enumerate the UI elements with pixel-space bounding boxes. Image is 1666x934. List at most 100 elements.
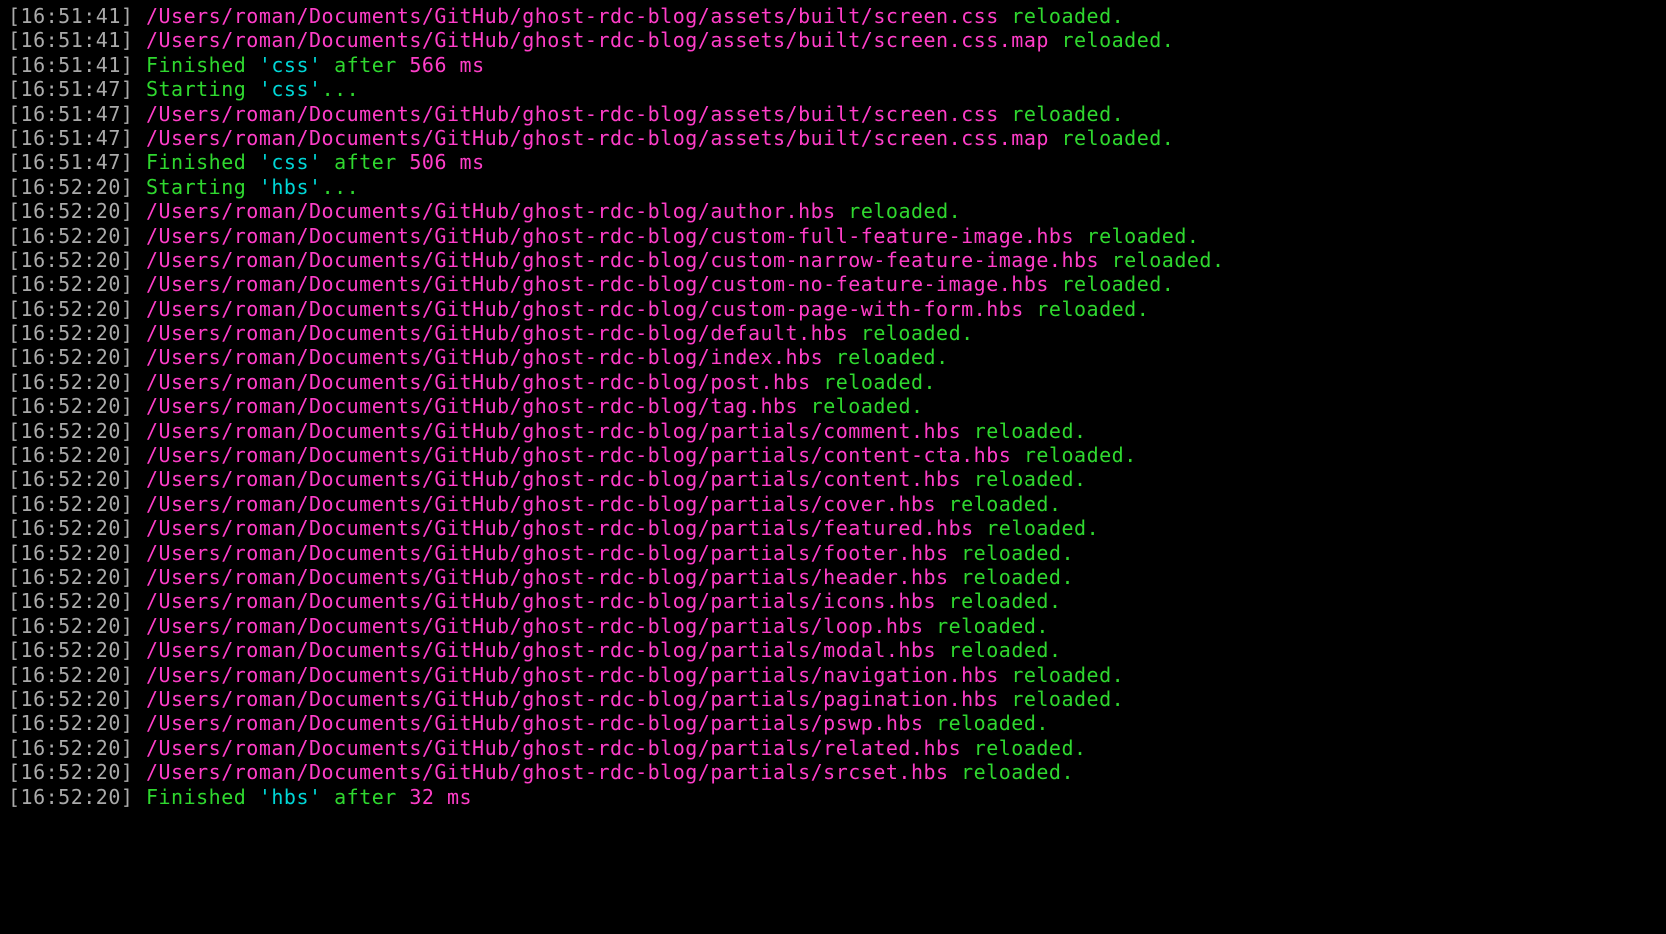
bracket-close: ] [121,492,146,516]
bracket-close: ] [121,589,146,613]
bracket-close: ] [121,77,146,101]
bracket-close: ] [121,516,146,540]
file-path: /Users/roman/Documents/GitHub/ghost-rdc-… [146,272,1049,296]
status-reloaded: reloaded. [823,370,936,394]
log-line: [16:52:20] /Users/roman/Documents/GitHub… [8,492,1658,516]
timestamp: 16:52:20 [21,516,121,540]
bracket-open: [ [8,614,21,638]
status-reloaded: reloaded. [936,711,1049,735]
log-line: [16:51:47] /Users/roman/Documents/GitHub… [8,126,1658,150]
log-line: [16:52:20] /Users/roman/Documents/GitHub… [8,565,1658,589]
bracket-close: ] [121,638,146,662]
timestamp: 16:51:47 [21,77,121,101]
task-name: 'hbs' [259,175,322,199]
bracket-open: [ [8,224,21,248]
bracket-open: [ [8,199,21,223]
bracket-close: ] [121,272,146,296]
timestamp: 16:51:41 [21,53,121,77]
bracket-close: ] [121,345,146,369]
timestamp: 16:52:20 [21,638,121,662]
timestamp: 16:52:20 [21,589,121,613]
file-path: /Users/roman/Documents/GitHub/ghost-rdc-… [146,541,949,565]
status-reloaded: reloaded. [836,345,949,369]
timestamp: 16:52:20 [21,272,121,296]
duration: 32 ms [409,785,472,809]
log-line: [16:52:20] /Users/roman/Documents/GitHub… [8,370,1658,394]
bracket-open: [ [8,760,21,784]
bracket-close: ] [121,248,146,272]
file-path: /Users/roman/Documents/GitHub/ghost-rdc-… [146,28,1049,52]
timestamp: 16:52:20 [21,736,121,760]
file-path: /Users/roman/Documents/GitHub/ghost-rdc-… [146,589,936,613]
log-line: [16:52:20] /Users/roman/Documents/GitHub… [8,687,1658,711]
status-reloaded: reloaded. [1011,663,1124,687]
timestamp: 16:51:47 [21,102,121,126]
log-line: [16:52:20] /Users/roman/Documents/GitHub… [8,614,1658,638]
log-line: [16:52:20] /Users/roman/Documents/GitHub… [8,272,1658,296]
log-line: [16:51:41] /Users/roman/Documents/GitHub… [8,28,1658,52]
bracket-open: [ [8,272,21,296]
log-line: [16:52:20] /Users/roman/Documents/GitHub… [8,297,1658,321]
status-reloaded: reloaded. [811,394,924,418]
bracket-close: ] [121,150,146,174]
timestamp: 16:52:20 [21,467,121,491]
file-path: /Users/roman/Documents/GitHub/ghost-rdc-… [146,663,999,687]
bracket-open: [ [8,4,21,28]
bracket-open: [ [8,492,21,516]
bracket-open: [ [8,736,21,760]
log-line: [16:52:20] /Users/roman/Documents/GitHub… [8,663,1658,687]
duration: 566 ms [409,53,484,77]
bracket-close: ] [121,199,146,223]
bracket-open: [ [8,541,21,565]
ellipsis: ... [322,77,360,101]
bracket-close: ] [121,28,146,52]
bracket-close: ] [121,687,146,711]
task-name: 'css' [259,77,322,101]
status-reloaded: reloaded. [1011,102,1124,126]
file-path: /Users/roman/Documents/GitHub/ghost-rdc-… [146,4,999,28]
file-path: /Users/roman/Documents/GitHub/ghost-rdc-… [146,126,1049,150]
log-line: [16:52:20] /Users/roman/Documents/GitHub… [8,760,1658,784]
log-line: [16:52:20] /Users/roman/Documents/GitHub… [8,589,1658,613]
status-reloaded: reloaded. [949,638,1062,662]
timestamp: 16:52:20 [21,687,121,711]
status-reloaded: reloaded. [1011,687,1124,711]
file-path: /Users/roman/Documents/GitHub/ghost-rdc-… [146,345,823,369]
bracket-open: [ [8,370,21,394]
log-line: [16:52:20] /Users/roman/Documents/GitHub… [8,443,1658,467]
log-line: [16:51:41] Finished 'css' after 566 ms [8,53,1658,77]
file-path: /Users/roman/Documents/GitHub/ghost-rdc-… [146,711,924,735]
bracket-open: [ [8,150,21,174]
timestamp: 16:51:41 [21,4,121,28]
file-path: /Users/roman/Documents/GitHub/ghost-rdc-… [146,492,936,516]
log-line: [16:52:20] /Users/roman/Documents/GitHub… [8,736,1658,760]
ellipsis: ... [322,175,360,199]
duration: 506 ms [409,150,484,174]
file-path: /Users/roman/Documents/GitHub/ghost-rdc-… [146,224,1074,248]
status-reloaded: reloaded. [949,492,1062,516]
status-reloaded: reloaded. [949,589,1062,613]
log-line: [16:52:20] Finished 'hbs' after 32 ms [8,785,1658,809]
log-line: [16:52:20] /Users/roman/Documents/GitHub… [8,516,1658,540]
log-line: [16:52:20] /Users/roman/Documents/GitHub… [8,467,1658,491]
status-reloaded: reloaded. [1112,248,1225,272]
file-path: /Users/roman/Documents/GitHub/ghost-rdc-… [146,321,848,345]
finished-label: Finished [146,785,246,809]
bracket-open: [ [8,77,21,101]
bracket-open: [ [8,345,21,369]
file-path: /Users/roman/Documents/GitHub/ghost-rdc-… [146,394,798,418]
bracket-close: ] [121,394,146,418]
bracket-open: [ [8,443,21,467]
timestamp: 16:52:20 [21,370,121,394]
timestamp: 16:52:20 [21,419,121,443]
log-line: [16:52:20] /Users/roman/Documents/GitHub… [8,248,1658,272]
status-reloaded: reloaded. [1061,28,1174,52]
bracket-open: [ [8,297,21,321]
bracket-open: [ [8,467,21,491]
bracket-open: [ [8,102,21,126]
log-line: [16:51:47] Starting 'css'... [8,77,1658,101]
status-reloaded: reloaded. [974,467,1087,491]
terminal-output[interactable]: [16:51:41] /Users/roman/Documents/GitHub… [8,4,1658,809]
bracket-open: [ [8,711,21,735]
status-reloaded: reloaded. [861,321,974,345]
